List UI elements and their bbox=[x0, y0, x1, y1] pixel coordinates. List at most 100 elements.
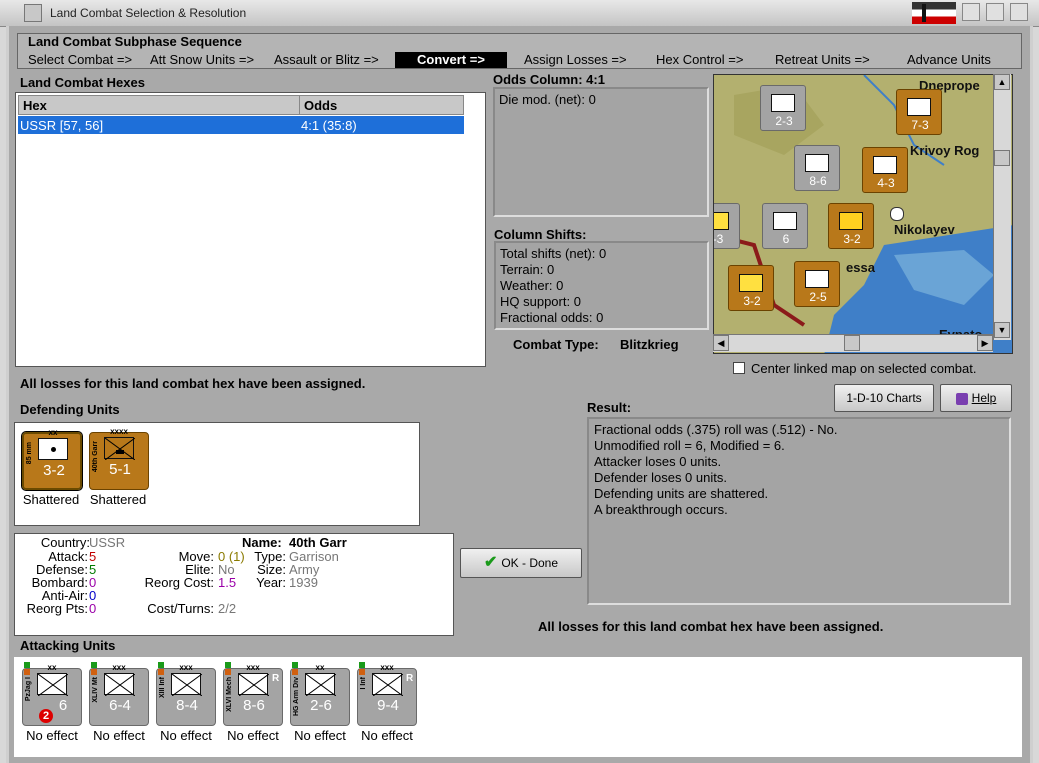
map-counter[interactable]: 3-2 bbox=[728, 265, 774, 311]
sequence-label: Land Combat Subphase Sequence bbox=[28, 34, 242, 49]
cell-hex: USSR [57, 56] bbox=[20, 118, 104, 133]
defending-counter-40th-garr[interactable]: xxxx 40th Garr 5-1 bbox=[89, 427, 149, 490]
subphase-sequence: Land Combat Subphase Sequence Select Com… bbox=[17, 33, 1022, 69]
reserve-marker: R bbox=[272, 673, 280, 684]
status-dot bbox=[91, 662, 97, 668]
step-badge: 2 bbox=[39, 709, 53, 723]
terrain-line: Terrain: 0 bbox=[500, 262, 555, 277]
unit-strength: 2-6 bbox=[310, 697, 332, 714]
map-counter[interactable]: 6 bbox=[762, 203, 808, 249]
step-hex-control: Hex Control => bbox=[656, 52, 744, 67]
minimize-icon[interactable] bbox=[962, 3, 980, 21]
status-dot bbox=[225, 669, 231, 675]
unit-size: xx bbox=[48, 428, 58, 437]
step-select-combat: Select Combat => bbox=[28, 52, 133, 67]
linked-map[interactable]: Dneprope Krivoy Rog Nikolayev essa Evpat… bbox=[713, 74, 1013, 354]
help-button[interactable]: Help bbox=[940, 384, 1012, 412]
scroll-right-icon[interactable]: ▶ bbox=[977, 335, 993, 351]
reorgcost-value: 1.5 bbox=[218, 575, 237, 590]
defending-counter-85mm[interactable]: xx 85 mm 3-2 bbox=[21, 428, 83, 491]
status-dot bbox=[24, 662, 30, 668]
result-panel: Fractional odds (.375) roll was (.512) -… bbox=[587, 417, 1011, 605]
unit-symbol-icon bbox=[104, 673, 135, 696]
result-title: Result: bbox=[587, 400, 632, 415]
status-dot bbox=[24, 669, 30, 675]
status-dot bbox=[292, 662, 298, 668]
reserve-marker: R bbox=[406, 673, 414, 684]
status-dot bbox=[359, 669, 365, 675]
map-counter[interactable]: -3 bbox=[714, 203, 740, 249]
total-shifts-line: Total shifts (net): 0 bbox=[500, 246, 607, 261]
fractional-odds-line: Fractional odds: 0 bbox=[500, 310, 604, 325]
column-header-odds[interactable]: Odds bbox=[299, 95, 464, 115]
unit-symbol-icon bbox=[372, 673, 403, 696]
attacking-status: No effect bbox=[294, 728, 346, 743]
map-counter[interactable]: 4-3 bbox=[862, 147, 908, 193]
unit-size: xx bbox=[47, 663, 57, 672]
scroll-left-icon[interactable]: ◀ bbox=[713, 335, 729, 351]
attacking-counter[interactable]: xx HG Arm Div 2-6 bbox=[290, 663, 350, 726]
maximize-icon[interactable] bbox=[986, 3, 1004, 21]
unit-strength: 8-6 bbox=[243, 697, 265, 714]
help-book-icon bbox=[955, 392, 968, 405]
map-counter[interactable]: 8-6 bbox=[794, 145, 840, 191]
scroll-thumb[interactable] bbox=[844, 335, 860, 351]
cell-odds: 4:1 (35:8) bbox=[301, 118, 357, 133]
column-header-hex[interactable]: Hex bbox=[18, 95, 300, 115]
window-title: Land Combat Selection & Resolution bbox=[50, 6, 247, 20]
table-row[interactable]: USSR [57, 56] 4:1 (35:8) bbox=[18, 116, 464, 134]
charts-button[interactable]: 1-D-10 Charts bbox=[834, 384, 934, 412]
status-dot bbox=[292, 669, 298, 675]
city-nikolayev: Nikolayev bbox=[894, 222, 955, 237]
year-label: Year: bbox=[256, 575, 286, 590]
name-value: 40th Garr bbox=[289, 535, 347, 550]
losses-note-bottom: All losses for this land combat hex have… bbox=[538, 619, 884, 634]
odds-column-title: Odds Column: 4:1 bbox=[493, 72, 605, 87]
map-counter-selected[interactable]: 3-2 bbox=[828, 203, 874, 249]
result-line: Unmodified roll = 6, Modified = 6. bbox=[594, 438, 785, 453]
map-vertical-scrollbar[interactable]: ▲ ▼ bbox=[993, 74, 1011, 340]
system-menu-icon[interactable] bbox=[24, 4, 42, 22]
checkmark-icon: ✔ bbox=[483, 554, 498, 571]
attacking-status: No effect bbox=[160, 728, 212, 743]
map-counter[interactable]: 7-3 bbox=[896, 89, 942, 135]
unit-symbol-icon bbox=[305, 673, 336, 696]
reorgpts-label: Reorg Pts: bbox=[26, 601, 88, 616]
defending-status: Shattered bbox=[89, 492, 147, 507]
attacking-counter[interactable]: xxx XLVI Mech 8-6 R bbox=[223, 663, 283, 726]
map-horizontal-scrollbar[interactable]: ◀ ▶ bbox=[713, 334, 993, 352]
costturns-value: 2/2 bbox=[218, 601, 237, 616]
unit-size: xxx bbox=[380, 663, 394, 672]
step-assign-losses: Assign Losses => bbox=[524, 52, 627, 67]
scroll-thumb[interactable] bbox=[994, 150, 1010, 166]
map-counter[interactable]: 2-5 bbox=[794, 261, 840, 307]
result-line: Fractional odds (.375) roll was (.512) -… bbox=[594, 422, 838, 437]
unit-size: xx bbox=[315, 663, 325, 672]
scroll-down-icon[interactable]: ▼ bbox=[994, 322, 1010, 338]
result-line: A breakthrough occurs. bbox=[594, 502, 728, 517]
unit-strength: 9-4 bbox=[377, 697, 399, 714]
attacking-counter[interactable]: xxx XIII Inf 8-4 bbox=[156, 663, 216, 726]
attacking-status: No effect bbox=[26, 728, 78, 743]
unit-name: XIII Inf bbox=[159, 677, 166, 698]
center-map-checkbox[interactable] bbox=[733, 362, 745, 374]
attacking-counter[interactable]: xx PzJag I62 bbox=[22, 663, 82, 726]
attacking-counter[interactable]: xxx I Inf 9-4 R bbox=[357, 663, 417, 726]
close-icon[interactable] bbox=[1010, 3, 1028, 21]
status-dot bbox=[225, 662, 231, 668]
costturns-label: Cost/Turns: bbox=[147, 601, 214, 616]
combat-type-label: Combat Type: bbox=[513, 337, 599, 352]
unit-strength: 3-2 bbox=[43, 462, 65, 479]
center-map-label: Center linked map on selected combat. bbox=[751, 361, 977, 376]
unit-strength: 6-4 bbox=[109, 697, 131, 714]
unit-strength: 5-1 bbox=[109, 461, 131, 478]
unit-symbol-icon bbox=[37, 673, 68, 696]
scroll-up-icon[interactable]: ▲ bbox=[994, 74, 1010, 90]
attacking-counter[interactable]: xxx XLIV Mt 6-4 bbox=[89, 663, 149, 726]
fort-icon bbox=[890, 207, 904, 221]
garrison-symbol-icon bbox=[104, 437, 135, 460]
map-counter[interactable]: 2-3 bbox=[760, 85, 806, 131]
year-value: 1939 bbox=[289, 575, 318, 590]
ok-done-button[interactable]: ✔ OK - Done bbox=[460, 548, 582, 578]
step-retreat-units: Retreat Units => bbox=[775, 52, 870, 67]
